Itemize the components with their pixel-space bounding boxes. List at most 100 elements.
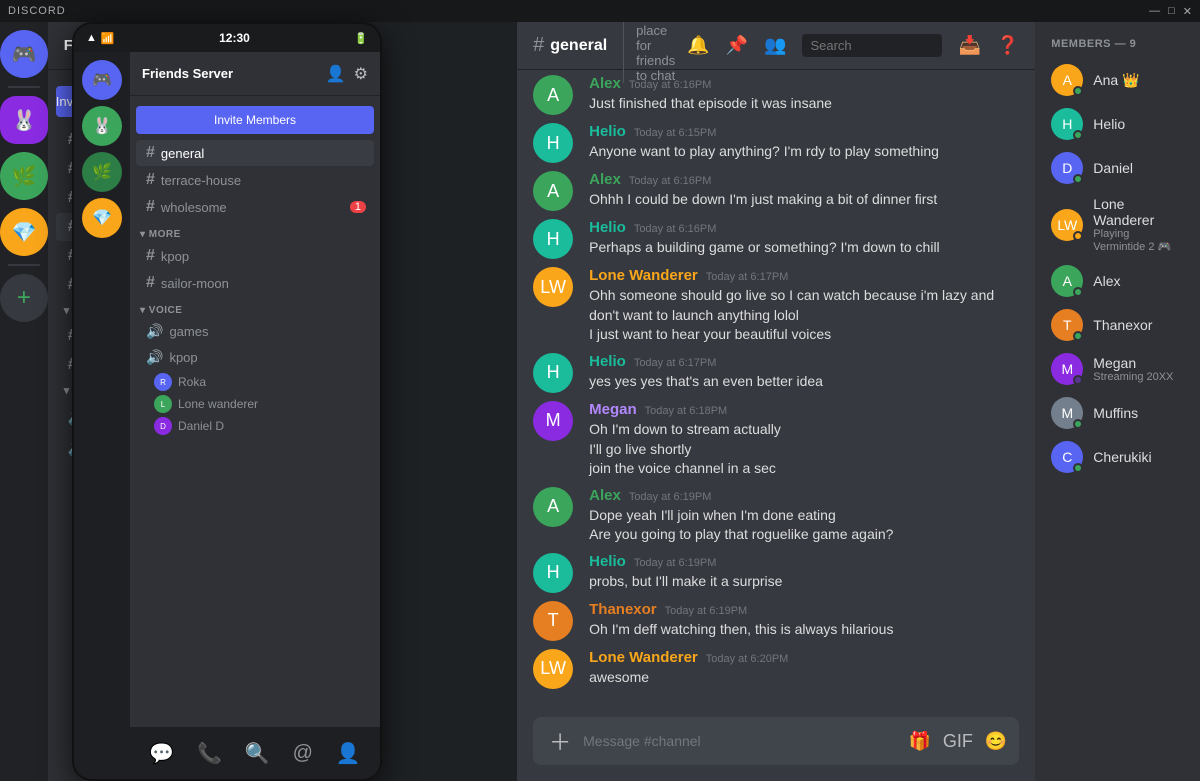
message-author[interactable]: Helio [589, 219, 626, 236]
mobile-voice-user-2[interactable]: L Lone wanderer [130, 393, 380, 415]
message-author[interactable]: Megan [589, 401, 637, 418]
message-author[interactable]: Helio [589, 353, 626, 370]
member-name: Muffins [1093, 405, 1184, 421]
mobile-voice-games[interactable]: 🔊 games [136, 319, 374, 344]
message-author[interactable]: Lone Wanderer [589, 267, 698, 284]
member-item[interactable]: TThanexor [1043, 303, 1192, 347]
gift-icon[interactable]: 🎁 [908, 731, 930, 752]
member-item[interactable]: HHelio [1043, 102, 1192, 146]
member-name: Alex [1093, 273, 1184, 289]
mobile-discord-icon[interactable]: 🎮 [82, 60, 122, 100]
mobile-channel-wholesome[interactable]: # wholesome 1 [136, 194, 374, 220]
mobile-mentions-icon[interactable]: @ [293, 742, 313, 765]
mobile-voice-kpop[interactable]: 🔊 kpop [136, 345, 374, 370]
mobile-chat-icon[interactable]: 💬 [149, 741, 174, 766]
app-title: DISCORD [8, 5, 66, 17]
messages-area[interactable]: LWLone WandererToday at 6:17PMI'm cravin… [517, 70, 1035, 709]
mobile-server-header[interactable]: Friends Server 👤 ⚙ [130, 52, 380, 96]
message-group: MMeganToday at 6:18PMOh I'm down to stre… [517, 397, 1035, 483]
maximize-button[interactable]: □ [1168, 5, 1175, 18]
gif-icon[interactable]: GIF [943, 731, 973, 752]
member-activity: Streaming 20XX [1093, 371, 1184, 383]
message-author[interactable]: Lone Wanderer [589, 649, 698, 666]
message-text: Ohhh I could be down I'm just making a b… [589, 190, 1019, 210]
mobile-more-category[interactable]: ▾ MORE [130, 221, 380, 242]
message-text: awesome [589, 668, 1019, 688]
mobile-channel-kpop[interactable]: # kpop [136, 243, 374, 269]
mobile-channel-terrace[interactable]: # terrace-house [136, 167, 374, 193]
mobile-voice-user-1[interactable]: R Roka [130, 371, 380, 393]
message-avatar: A [533, 487, 573, 527]
minimize-button[interactable]: — [1149, 5, 1160, 18]
search-input[interactable] [802, 34, 942, 57]
message-group: HHelioToday at 6:15PMAnyone want to play… [517, 119, 1035, 167]
mobile-settings-icon[interactable]: ⚙ [354, 64, 368, 84]
mobile-voice-channel-games: games [169, 324, 208, 339]
pin-icon[interactable]: 📌 [726, 35, 748, 56]
server-icon-3[interactable]: 💎 [0, 208, 48, 256]
help-icon[interactable]: ❓ [997, 35, 1019, 56]
server-icon-friends[interactable]: 🐰 [0, 96, 48, 144]
member-item[interactable]: MMuffins [1043, 391, 1192, 435]
message-group: TThanexorToday at 6:19PMOh I'm deff watc… [517, 597, 1035, 645]
member-item[interactable]: MMeganStreaming 20XX [1043, 347, 1192, 391]
member-item[interactable]: AAna 👑 [1043, 58, 1192, 102]
chat-input[interactable] [575, 722, 908, 760]
mobile-profile-icon[interactable]: 👤 [336, 741, 361, 766]
member-item[interactable]: DDaniel [1043, 146, 1192, 190]
message-author[interactable]: Helio [589, 553, 626, 570]
close-button[interactable]: ✕ [1183, 5, 1192, 18]
message-content: HelioToday at 6:19PMprobs, but I'll make… [589, 553, 1019, 593]
mobile-voice-user-3[interactable]: D Daniel D [130, 415, 380, 437]
message-author[interactable]: Alex [589, 171, 621, 188]
message-author[interactable]: Thanexor [589, 601, 657, 618]
mobile-hash-icon-3: # [146, 198, 155, 216]
chat-input-wrapper: ＋ 🎁 GIF 😊 [533, 717, 1019, 765]
message-timestamp: Today at 6:18PM [645, 405, 728, 417]
member-avatar: A [1051, 265, 1083, 297]
mobile-server-3[interactable]: 💎 [82, 198, 122, 238]
members-icon[interactable]: 👥 [764, 35, 786, 56]
wifi-icon: ▲ [86, 32, 97, 44]
member-item[interactable]: CCherukiki [1043, 435, 1192, 479]
message-text: I just want to hear your beautiful voice… [589, 325, 1019, 345]
emoji-icon[interactable]: 😊 [985, 731, 1007, 752]
member-avatar: A [1051, 64, 1083, 96]
message-content: Lone WandererToday at 6:17PMOhh someone … [589, 267, 1019, 345]
server-icon-2[interactable]: 🌿 [0, 152, 48, 200]
member-item[interactable]: LWLone WandererPlaying Vermintide 2 🎮 [1043, 190, 1192, 259]
inbox-icon[interactable]: 📥 [958, 35, 980, 56]
mobile-voice-channel-kpop: kpop [169, 350, 197, 365]
mobile-channel-general[interactable]: # general [136, 140, 374, 166]
mobile-add-member-icon[interactable]: 👤 [326, 64, 346, 84]
status-dot [1073, 419, 1083, 429]
mobile-channel-name-kpop: kpop [161, 249, 189, 264]
mobile-server-2[interactable]: 🌿 [82, 152, 122, 192]
message-author[interactable]: Helio [589, 123, 626, 140]
message-author[interactable]: Alex [589, 75, 621, 92]
message-header: AlexToday at 6:19PM [589, 487, 1019, 504]
message-header: HelioToday at 6:19PM [589, 553, 1019, 570]
server-icon-discord[interactable]: 🎮 [0, 30, 48, 78]
mobile-hash-icon-4: # [146, 247, 155, 265]
add-server-button[interactable]: + [0, 274, 48, 322]
mobile-server-1[interactable]: 🐰 [82, 106, 122, 146]
member-item[interactable]: A Alex [1043, 259, 1192, 303]
member-info: Helio [1093, 116, 1184, 132]
status-dot [1073, 86, 1083, 96]
mobile-voice-category[interactable]: ▾ VOICE [130, 297, 380, 318]
message-timestamp: Today at 6:16PM [629, 175, 712, 187]
mobile-channel-sailor[interactable]: # sailor-moon [136, 270, 374, 296]
mobile-invite-button[interactable]: Invite Members [136, 106, 374, 134]
window-controls[interactable]: — □ ✕ [1149, 5, 1192, 18]
add-attachment-button[interactable]: ＋ [545, 717, 575, 765]
message-text: Just finished that episode it was insane [589, 94, 1019, 114]
message-author[interactable]: Alex [589, 487, 621, 504]
message-content: HelioToday at 6:15PMAnyone want to play … [589, 123, 1019, 163]
mobile-search-icon[interactable]: 🔍 [245, 741, 270, 766]
notification-icon[interactable]: 🔔 [687, 35, 709, 56]
message-header: HelioToday at 6:16PM [589, 219, 1019, 236]
message-avatar: H [533, 219, 573, 259]
mobile-call-icon[interactable]: 📞 [197, 741, 222, 766]
message-text: Anyone want to play anything? I'm rdy to… [589, 142, 1019, 162]
